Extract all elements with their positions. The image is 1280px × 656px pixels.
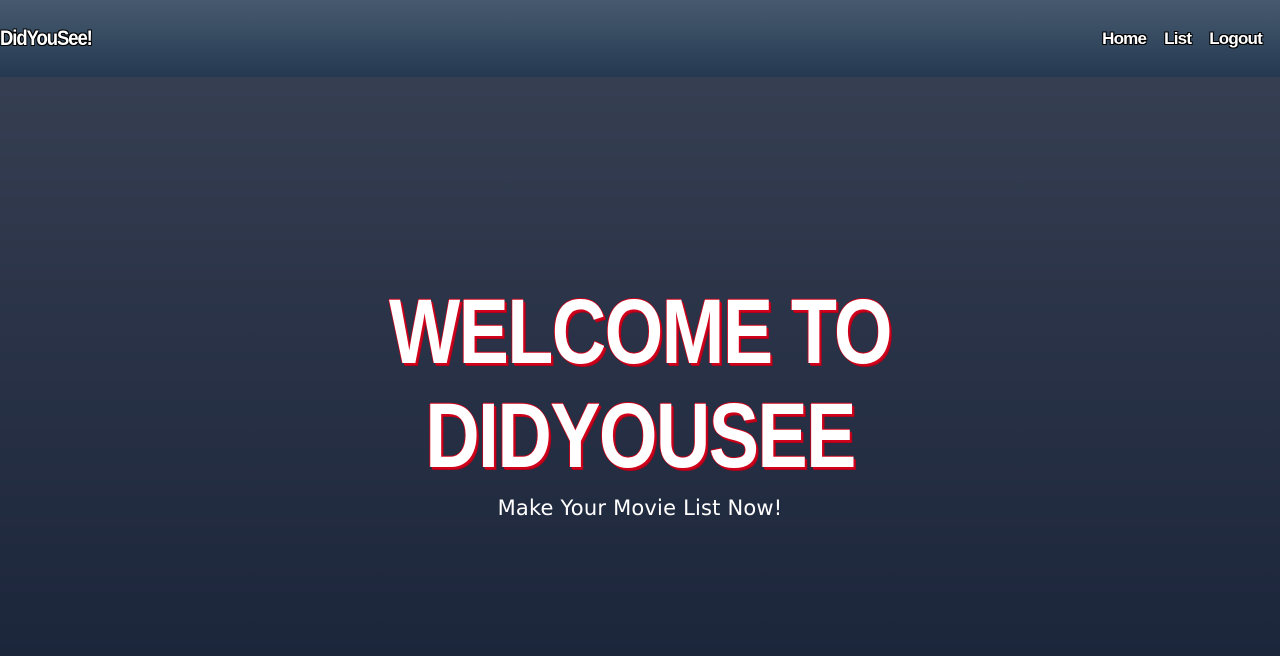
hero-title-line-1: WELCOME TO (389, 281, 893, 383)
hero-title: WELCOME TO DIDYOUSEE (115, 280, 1165, 488)
top-navbar: DidYouSee! Home List Logout (0, 0, 1280, 77)
hero-section: WELCOME TO DIDYOUSEE Make Your Movie Lis… (0, 280, 1280, 520)
hero-title-line-2: DIDYOUSEE (425, 385, 856, 487)
hero-subtitle: Make Your Movie List Now! (497, 496, 783, 520)
brand-logo-link[interactable]: DidYouSee! (0, 27, 93, 51)
nav-list-link[interactable]: List (1164, 29, 1192, 49)
nav-links: Home List Logout (1084, 29, 1263, 49)
nav-home-link[interactable]: Home (1102, 29, 1147, 49)
nav-logout-link[interactable]: Logout (1209, 29, 1263, 49)
